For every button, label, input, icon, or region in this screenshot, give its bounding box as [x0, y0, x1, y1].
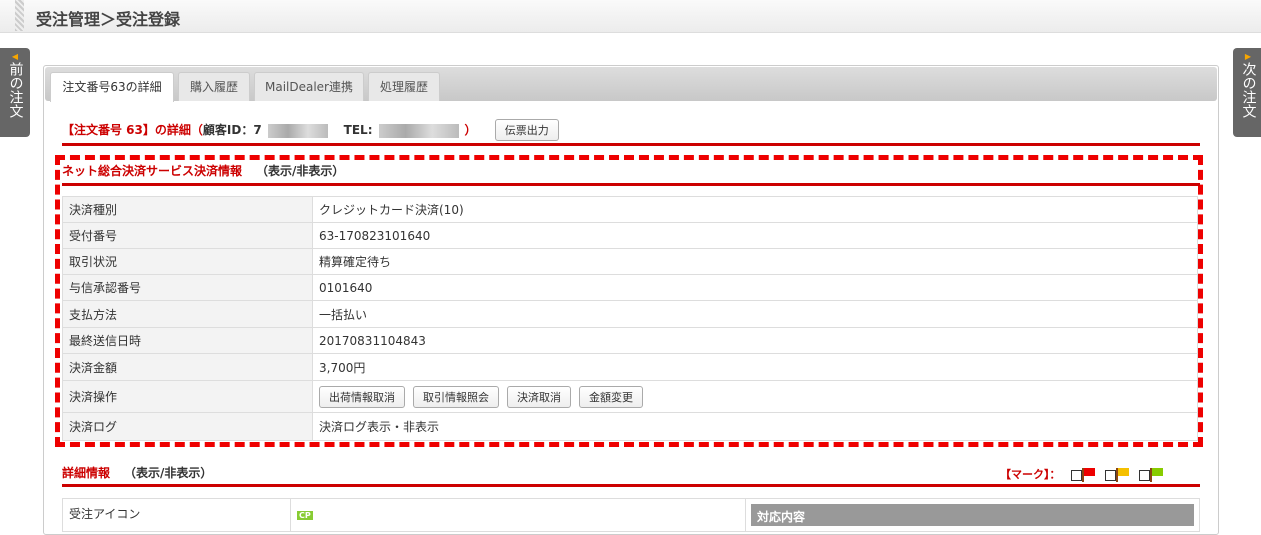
row-label: 決済ログ — [62, 412, 313, 441]
mark-option[interactable] — [1138, 468, 1163, 482]
payment-row: 与信承認番号 0101640 — [62, 274, 1198, 301]
row-label: 決済種別 — [62, 196, 313, 223]
row-value: 一括払い — [312, 300, 1198, 328]
row-label: 受付番号 — [62, 222, 313, 249]
mark-label: 【マーク】： — [1000, 468, 1061, 481]
payment-heading-text: ネット総合決済サービス決済情報 — [62, 164, 243, 178]
mark-checkbox[interactable] — [1104, 469, 1116, 481]
tab-maildealer[interactable]: MailDealer連携 — [254, 72, 364, 101]
payment-row: 決済ログ 決済ログ表示・非表示 — [62, 412, 1198, 441]
row-label: 決済操作 — [62, 380, 313, 413]
order-title: 【注文番号 63】の詳細（顧客ID：7 TEL: ） 伝票出力 — [62, 119, 559, 141]
divider — [62, 183, 1200, 186]
log-toggle[interactable]: 決済ログ表示・非表示 — [312, 412, 1198, 441]
tab-process-history[interactable]: 処理履歴 — [368, 72, 440, 101]
payment-row: 支払方法 一括払い — [62, 300, 1198, 328]
row-label: 取引状況 — [62, 248, 313, 275]
print-slip-button[interactable]: 伝票出力 — [494, 119, 559, 141]
prev-order-label: 前の注文 — [7, 62, 24, 118]
payment-row: 取引状況 精算確定待ち — [62, 248, 1198, 275]
detail-toggle[interactable]: （表示/非表示） — [124, 466, 212, 480]
payment-row: 最終送信日時 20170831104843 — [62, 327, 1198, 354]
mark-checkbox[interactable] — [1070, 469, 1082, 481]
row-value: 20170831104843 — [312, 327, 1198, 354]
arrow-right-icon: ▶ — [1244, 52, 1252, 61]
order-icon-label: 受注アイコン — [62, 498, 291, 532]
tel-label: TEL: — [343, 123, 373, 137]
redacted-customer — [267, 123, 328, 138]
flag-icon — [1149, 468, 1163, 482]
flag-icon — [1115, 468, 1129, 482]
payment-op-button[interactable]: 出荷情報取消 — [319, 385, 405, 408]
divider — [62, 484, 1200, 487]
mark-selector: 【マーク】： — [1000, 466, 1163, 482]
row-value: クレジットカード決済(10) — [312, 196, 1198, 223]
payment-table: 決済種別 クレジットカード決済(10) 受付番号 63-170823101640 取引状… — [62, 196, 1198, 441]
grip-icon — [15, 0, 24, 31]
payment-row: 決済金額 3,700円 — [62, 353, 1198, 381]
flag-icon — [1081, 468, 1095, 482]
next-order-label: 次の注文 — [1240, 62, 1257, 118]
row-value: 精算確定待ち — [312, 248, 1198, 275]
prev-order-button[interactable]: ◀ 前の注文 — [0, 48, 30, 137]
mark-option[interactable] — [1104, 468, 1129, 482]
payment-op-button[interactable]: 取引情報照会 — [413, 385, 499, 408]
row-label: 最終送信日時 — [62, 327, 313, 354]
arrow-left-icon: ◀ — [11, 52, 19, 61]
order-title-text: 【注文番号 63】の詳細（ — [62, 123, 203, 137]
row-label: 支払方法 — [62, 300, 313, 328]
payment-op-button[interactable]: 金額変更 — [579, 385, 643, 408]
row-value: 63-170823101640 — [312, 222, 1198, 249]
page-header: 受注管理＞受注登録 — [0, 0, 1261, 33]
payment-row: 決済操作 出荷情報取消 取引情報照会 決済取消 金額変更 — [62, 380, 1198, 413]
tab-order-detail[interactable]: 注文番号63の詳細 — [50, 72, 174, 102]
customer-id: 顧客ID：7 — [202, 123, 262, 137]
payment-row: 受付番号 63-170823101640 — [62, 222, 1198, 249]
row-label: 与信承認番号 — [62, 274, 313, 301]
page-title: 受注管理＞受注登録 — [36, 10, 181, 29]
payment-heading: ネット総合決済サービス決済情報 （表示/非表示） — [62, 162, 344, 179]
paren-close: ） — [464, 123, 477, 137]
next-order-button[interactable]: ▶ 次の注文 — [1233, 48, 1261, 137]
payment-row: 決済種別 クレジットカード決済(10) — [62, 196, 1198, 223]
row-value: 3,700円 — [312, 353, 1198, 381]
row-label: 決済金額 — [62, 353, 313, 381]
detail-table: 受注アイコン CP 対応内容 — [62, 498, 1200, 532]
cp-badge-icon[interactable]: CP — [297, 511, 313, 520]
tab-purchase-history[interactable]: 購入履歴 — [178, 72, 250, 101]
row-value: 0101640 — [312, 274, 1198, 301]
detail-heading: 詳細情報 （表示/非表示） — [62, 464, 212, 481]
payment-op-button[interactable]: 決済取消 — [507, 385, 571, 408]
detail-heading-text: 詳細情報 — [62, 466, 111, 480]
mark-checkbox[interactable] — [1138, 469, 1150, 481]
redacted-tel — [378, 123, 459, 138]
divider — [62, 143, 1200, 146]
payment-toggle[interactable]: （表示/非表示） — [256, 164, 344, 178]
mark-option[interactable] — [1070, 468, 1095, 482]
tab-bar: 注文番号63の詳細 購入履歴 MailDealer連携 処理履歴 — [45, 67, 1217, 102]
